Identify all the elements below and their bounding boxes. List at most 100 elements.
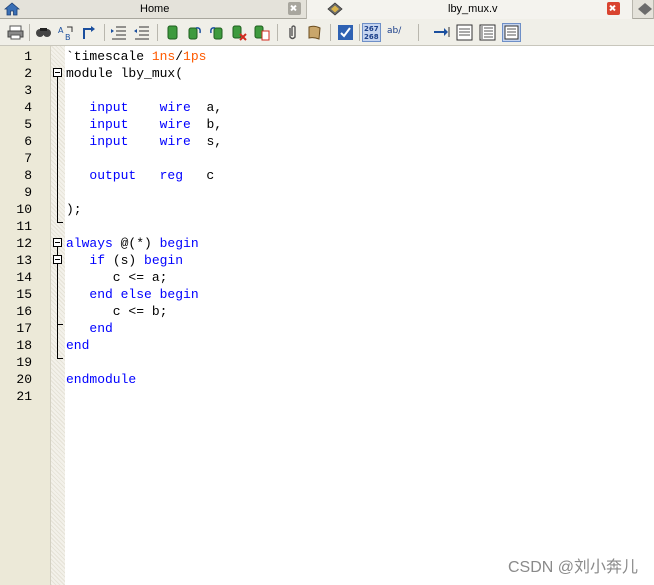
tab-lby-mux-label: lby_mux.v [448,3,498,15]
tab-lby-mux[interactable]: lby_mux.v [307,0,633,19]
code-line[interactable]: c <= b; [66,303,168,320]
line-number: 9 [24,185,32,200]
code-line[interactable]: input wire s, [66,133,222,150]
keyword-token: end [89,321,113,336]
tab-next[interactable] [633,0,654,19]
keyword-token: begin [144,253,184,268]
line-number: 5 [24,117,32,132]
bookmark-icon[interactable] [164,24,181,41]
code-token: c [183,168,215,183]
line-number: 6 [24,134,32,149]
code-line[interactable]: end [66,337,89,354]
keyword-token: if [89,253,106,268]
find-icon[interactable] [35,24,52,41]
keyword-token: wire [159,134,191,149]
code-line[interactable]: endmodule [66,371,136,388]
line-number: 17 [16,321,32,336]
line-number: 3 [24,83,32,98]
close-icon[interactable] [288,2,301,15]
paste-icon[interactable] [306,24,323,41]
code-token: s, [190,134,223,149]
keyword-token: input [89,100,129,115]
code-token: c <= a; [66,270,168,285]
code-line[interactable]: input wire a, [66,99,222,116]
goto-icon[interactable] [80,24,97,41]
outdent-icon[interactable] [133,24,150,41]
bookmark-clear-icon[interactable] [230,24,247,41]
fold-toggle-icon[interactable] [53,238,62,247]
code-token: @(*) [112,236,160,251]
bookmark-prev-icon[interactable] [208,24,225,41]
tab-icon[interactable] [433,24,450,41]
column-mode-icon[interactable] [502,23,521,42]
keyword-token: wire [159,117,191,132]
svg-text:A: A [58,26,64,35]
bookmark-list-icon[interactable] [253,24,270,41]
line-number: 14 [16,270,32,285]
wrap-icon[interactable]: ab/ [386,24,408,41]
fold-toggle-icon[interactable] [53,255,62,264]
code-line[interactable]: module lby_mux( [66,65,183,82]
line-number: 7 [24,151,32,166]
code-editor[interactable]: 1 2 3 4 5 6 7 8 9 10 11 12 13 14 15 16 17 18 19 20 21 `times… [0,46,654,585]
fold-margin[interactable] [51,46,65,585]
split-horizontal-icon[interactable] [456,24,473,41]
watermark: CSDN @刘小奔儿 [507,559,638,576]
svg-text:B: B [65,33,71,41]
line-number: 10 [16,202,32,217]
code-line[interactable]: input wire b, [66,116,222,133]
keyword-token: wire [159,100,191,115]
line-number: 20 [16,372,32,387]
tab-bar: Home lby_mux.v [0,0,654,19]
line-number: 2 [24,66,32,81]
line-number: 8 [24,168,32,183]
bookmark-next-icon[interactable] [186,24,203,41]
print-icon[interactable] [7,24,24,41]
code-line[interactable]: end else begin [66,286,199,303]
code-token: b, [190,117,223,132]
code-line[interactable]: `timescale 1ns/1ps [66,48,206,65]
keyword-token: input [89,134,129,149]
replace-icon[interactable]: AB [57,24,74,41]
code-line[interactable]: end [66,320,113,337]
line-number: 16 [16,304,32,319]
code-token: `timescale [66,49,152,64]
line-numbers-icon[interactable]: 267 268 [362,23,381,42]
code-line[interactable]: always @(*) begin [66,235,199,252]
line-number: 4 [24,100,32,115]
number-token: 1ps [183,49,207,64]
line-number: 13 [16,253,32,268]
line-number: 21 [16,389,32,404]
code-line[interactable]: ); [66,201,82,218]
code-line[interactable]: c <= a; [66,269,168,286]
fold-toggle-icon[interactable] [53,68,62,77]
code-token: / [175,49,184,64]
code-line[interactable]: output reg c [66,167,214,184]
attach-icon[interactable] [284,24,301,41]
keyword-token: end else begin [89,287,199,302]
close-icon[interactable] [607,2,620,15]
line-number: 12 [16,236,32,251]
code-token: (s) [105,253,145,268]
number-token: 1ns [151,49,176,64]
indent-icon[interactable] [110,24,127,41]
keyword-token: always [66,236,113,251]
line-number: 1 [24,49,32,64]
line-number: 11 [16,219,32,234]
tab-home[interactable]: Home [0,0,307,19]
keyword-token: begin [159,236,199,251]
split-vertical-icon[interactable] [479,24,496,41]
code-token: ); [66,202,82,217]
spellcheck-icon[interactable] [337,24,354,41]
line-number: 18 [16,338,32,353]
code-line[interactable]: if (s) begin [66,252,183,269]
